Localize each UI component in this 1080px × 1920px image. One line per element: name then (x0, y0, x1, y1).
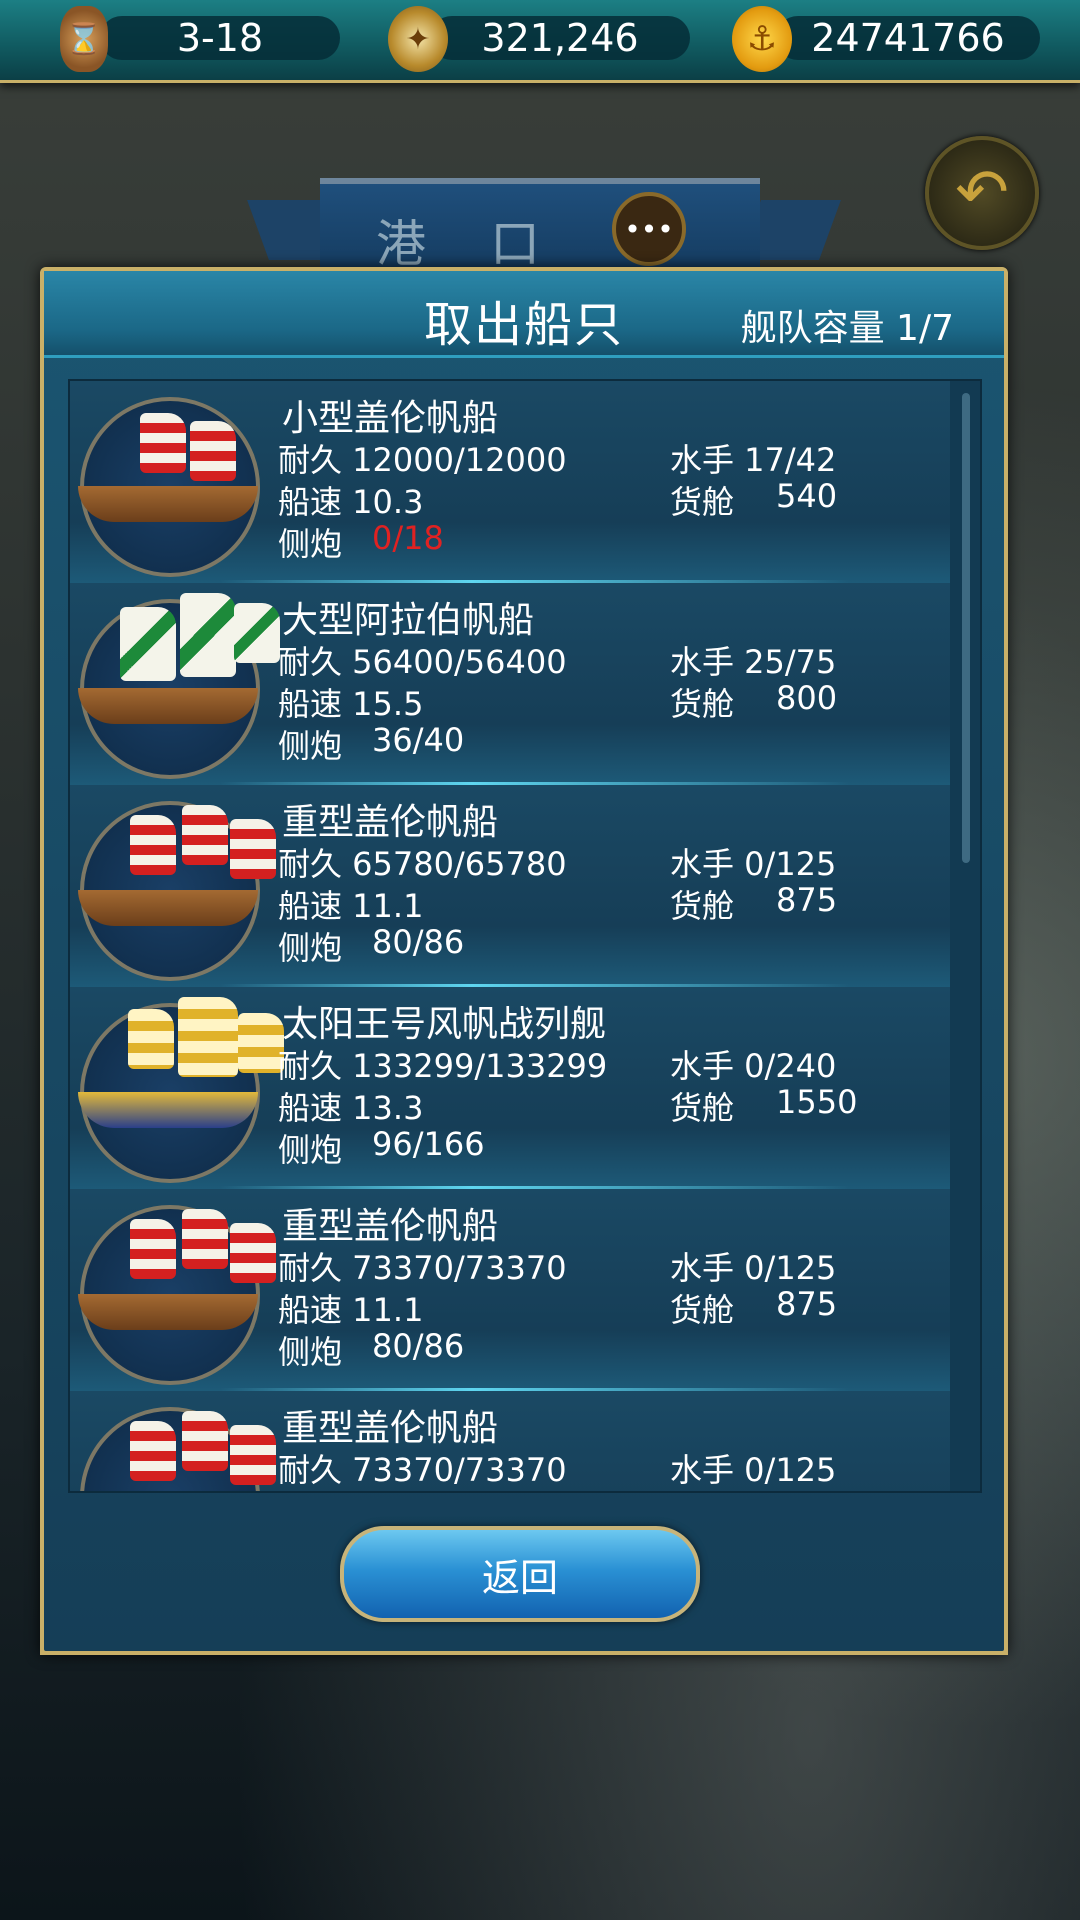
ship-speed: 船速 11.1 (278, 1291, 424, 1329)
ship-name: 小型盖伦帆船 (282, 398, 499, 439)
ship-hull (78, 1294, 258, 1330)
port-title: 港 口 (376, 215, 564, 273)
ship-row[interactable]: 太阳王号风帆战列舰 耐久 133299/133299 船速 13.3 侧炮 96… (70, 987, 950, 1189)
ship-row[interactable]: 重型盖伦帆船 耐久 73370/73370 水手 0/125 (70, 1391, 950, 1491)
ship-crew: 水手 0/125 (670, 1451, 837, 1489)
fame-display: 321,246 (430, 16, 690, 60)
ship-cargo-label: 货舱 (670, 1291, 735, 1329)
ship-cannon-label: 侧炮 (278, 1333, 343, 1371)
ship-durability: 耐久 73370/73370 (278, 1249, 567, 1287)
ship-cargo: 800 (776, 679, 838, 717)
date-value: 3-18 (176, 16, 264, 60)
ship-sail (120, 607, 176, 681)
ship-durability: 耐久 56400/56400 (278, 643, 567, 681)
ship-speed: 船速 13.3 (278, 1089, 424, 1127)
ship-cannon-label: 侧炮 (278, 525, 343, 563)
ship-crew: 水手 0/125 (670, 1249, 837, 1287)
fleet-capacity: 舰队容量 1/7 (740, 308, 954, 349)
ship-durability: 耐久 133299/133299 (278, 1047, 608, 1085)
ship-sail (130, 815, 176, 875)
ship-sail (182, 1411, 228, 1471)
back-arrow-button[interactable]: ↶ (925, 136, 1039, 250)
ship-cargo: 540 (776, 477, 838, 515)
ship-cargo-label: 货舱 (670, 1089, 735, 1127)
ship-name: 重型盖伦帆船 (282, 1206, 499, 1247)
ship-crew: 水手 25/75 (670, 643, 837, 681)
ship-hull (78, 890, 258, 926)
gold-display: 24741766 (776, 16, 1040, 60)
return-button[interactable]: 返回 (340, 1526, 700, 1622)
ship-cannon-label: 侧炮 (278, 1131, 343, 1169)
ship-cargo: 1550 (776, 1083, 858, 1121)
return-button-label: 返回 (481, 1555, 558, 1600)
ship-sail (190, 421, 236, 481)
ship-name: 重型盖伦帆船 (282, 802, 499, 843)
ship-cargo-label: 货舱 (670, 483, 735, 521)
ship-crew: 水手 0/125 (670, 845, 837, 883)
ship-speed: 船速 15.5 (278, 685, 424, 723)
ship-cannon: 0/18 (372, 519, 444, 557)
dialog-header: 取出船只 舰队容量 1/7 (44, 271, 1004, 358)
fame-value: 321,246 (481, 16, 639, 60)
ship-hull (78, 1092, 258, 1128)
chat-icon: ••• (624, 212, 674, 246)
ship-sail (178, 997, 238, 1077)
compass-icon: ✦ (388, 6, 448, 72)
withdraw-ship-dialog: 取出船只 舰队容量 1/7 小型盖伦帆船 耐久 12000/12000 船速 1… (40, 267, 1008, 1655)
ship-cannon: 96/166 (372, 1125, 485, 1163)
ship-cannon: 80/86 (372, 923, 465, 961)
ship-row[interactable]: 重型盖伦帆船 耐久 65780/65780 船速 11.1 侧炮 80/86 水… (70, 785, 950, 987)
gold-value: 24741766 (811, 16, 1005, 60)
ship-name: 大型阿拉伯帆船 (282, 600, 535, 641)
hourglass-icon: ⌛ (60, 6, 108, 72)
ship-cargo-label: 货舱 (670, 685, 735, 723)
scrollbar[interactable] (962, 393, 970, 863)
ship-cannon: 36/40 (372, 721, 465, 759)
ship-hull (78, 688, 258, 724)
date-display: 3-18 (100, 16, 340, 60)
ship-sail (234, 603, 280, 663)
back-arrow-icon: ↶ (955, 156, 1009, 230)
ship-crew: 水手 17/42 (670, 441, 837, 479)
ship-sail (230, 819, 276, 879)
ship-sail (130, 1219, 176, 1279)
chat-button[interactable]: ••• (612, 192, 686, 266)
ship-sail (140, 413, 186, 473)
resource-bar: 3-18 ⌛ 321,246 ✦ 24741766 ⚓ (0, 0, 1080, 83)
ship-sail (182, 1209, 228, 1269)
ship-cargo: 875 (776, 881, 838, 919)
ship-name: 重型盖伦帆船 (282, 1408, 499, 1449)
ship-durability: 耐久 65780/65780 (278, 845, 567, 883)
ship-sail (230, 1223, 276, 1283)
ship-sail (230, 1425, 276, 1485)
ship-row[interactable]: 重型盖伦帆船 耐久 73370/73370 船速 11.1 侧炮 80/86 水… (70, 1189, 950, 1391)
ship-speed: 船速 11.1 (278, 887, 424, 925)
port-banner: 港 口 ••• (320, 178, 760, 280)
ship-sail (182, 805, 228, 865)
ship-durability: 耐久 12000/12000 (278, 441, 567, 479)
ship-cannon-label: 侧炮 (278, 727, 343, 765)
ship-cannon: 80/86 (372, 1327, 465, 1365)
ship-durability: 耐久 73370/73370 (278, 1451, 567, 1489)
ship-row[interactable]: 大型阿拉伯帆船 耐久 56400/56400 船速 15.5 侧炮 36/40 … (70, 583, 950, 785)
corner-ornament-right (944, 1621, 1008, 1655)
ship-sail (180, 593, 236, 677)
ship-cargo: 875 (776, 1285, 838, 1323)
gold-coin-icon: ⚓ (732, 6, 792, 72)
ship-cargo-label: 货舱 (670, 887, 735, 925)
ship-cannon-label: 侧炮 (278, 929, 343, 967)
ship-list[interactable]: 小型盖伦帆船 耐久 12000/12000 船速 10.3 侧炮 0/18 水手… (68, 379, 982, 1493)
ship-speed: 船速 10.3 (278, 483, 424, 521)
ship-row[interactable]: 小型盖伦帆船 耐久 12000/12000 船速 10.3 侧炮 0/18 水手… (70, 381, 950, 583)
ship-sail (128, 1009, 174, 1069)
ship-crew: 水手 0/240 (670, 1047, 837, 1085)
corner-ornament-left (40, 1621, 104, 1655)
ship-hull (78, 486, 258, 522)
ship-name: 太阳王号风帆战列舰 (282, 1004, 607, 1045)
ship-sail (130, 1421, 176, 1481)
